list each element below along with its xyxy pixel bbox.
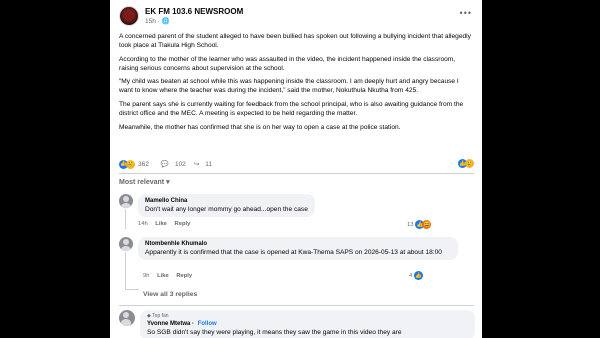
comment-time[interactable]: 14h (138, 221, 148, 227)
comment-bubble: Ntombenhle Khumalo Apparently it is conf… (138, 237, 458, 260)
post-header: EK FM 103.6 NEWSROOM 15h · 🌐 (119, 6, 243, 26)
comment-text: Apparently it is confirmed that the case… (145, 249, 442, 256)
post-paragraph: Meanwhile, the mother has confirmed that… (119, 123, 401, 131)
thread-line (125, 252, 126, 290)
post-paragraph: The parent says she is currently waiting… (119, 101, 464, 118)
post-paragraph: A concerned parent of the student allege… (119, 33, 471, 50)
post-body: A concerned parent of the student allege… (119, 32, 474, 136)
reply-button[interactable]: Reply (176, 273, 192, 279)
comment-time[interactable]: 9h (143, 273, 149, 279)
commenter-name: Yvonne Mtetwa · Follow (147, 320, 468, 328)
separator-dot: · (192, 321, 196, 327)
comment: Mamello China Don't wait any longer momm… (119, 194, 315, 217)
more-options-icon[interactable]: ••• (460, 8, 472, 18)
view-replies-link[interactable]: View all 3 replies (143, 291, 197, 298)
comment-reaction-count: 13 (407, 221, 414, 228)
reaction-count[interactable]: 362 (138, 161, 149, 168)
post-paragraph: “My child was beaten at school while thi… (119, 78, 459, 95)
sad-reaction-icon[interactable]: 😢 (465, 159, 474, 168)
comment: ◆ Top fan Yvonne Mtetwa · Follow So SGB … (119, 310, 475, 338)
comment-actions: 14h Like Reply (138, 221, 196, 227)
comment-count[interactable]: 102 (175, 161, 186, 168)
comment-icon[interactable]: 💬 (161, 160, 169, 168)
thread-connector (125, 289, 139, 290)
haha-reaction-icon: 😆 (422, 220, 432, 229)
share-count[interactable]: 11 (205, 161, 212, 168)
commenter-name[interactable]: Mamello China (145, 197, 308, 205)
top-fan-label: Top fan (152, 313, 169, 319)
like-button[interactable]: Like (155, 221, 167, 227)
comment-bubble: Mamello China Don't wait any longer momm… (138, 194, 315, 217)
reply-button[interactable]: Reply (175, 221, 191, 227)
comment-actions: 9h Like Reply (143, 273, 198, 279)
comment-reaction-count: 4 (409, 272, 413, 279)
top-fan-badge: ◆ Top fan (147, 313, 468, 320)
post-header-text: EK FM 103.6 NEWSROOM 15h · 🌐 (145, 7, 243, 26)
comments-filter-label: Most relevant (119, 179, 165, 186)
badge-icon: ◆ (147, 313, 151, 319)
like-button[interactable]: Like (157, 273, 169, 279)
globe-icon: 🌐 (161, 17, 170, 25)
comment-reactions[interactable]: 4 👍 (409, 271, 424, 280)
divider (119, 173, 474, 174)
page-avatar[interactable] (119, 6, 139, 26)
divider (119, 305, 474, 306)
comment-text: So SGB didn't say they were playing, it … (147, 329, 402, 336)
comment-bubble: ◆ Top fan Yvonne Mtetwa · Follow So SGB … (140, 310, 475, 338)
sad-reaction-icon[interactable]: 😢 (126, 159, 135, 169)
avatar[interactable] (119, 237, 133, 251)
comment-text: Don't wait any longer mommy go ahead...o… (145, 206, 308, 213)
comments-filter[interactable]: Most relevant ▾ (119, 178, 170, 186)
avatar[interactable] (119, 194, 133, 208)
thread-line (125, 209, 126, 229)
quick-reactions: 👍 😢 (458, 159, 474, 168)
reactions-row: 👍 😢 362 💬 102 ↪ 11 👍 😢 (119, 159, 474, 169)
commenter-name-text[interactable]: Yvonne Mtetwa (147, 321, 190, 327)
follow-button[interactable]: Follow (198, 321, 217, 327)
post-time[interactable]: 15h (145, 18, 156, 25)
avatar[interactable] (119, 310, 135, 326)
share-icon[interactable]: ↪ (194, 160, 199, 168)
comment-reactions[interactable]: 13 👍 😆 (407, 220, 432, 229)
post-card: EK FM 103.6 NEWSROOM 15h · 🌐 ••• A conce… (110, 0, 482, 338)
comment: Ntombenhle Khumalo Apparently it is conf… (119, 237, 458, 260)
page-name[interactable]: EK FM 103.6 NEWSROOM (145, 7, 243, 17)
like-reaction-icon: 👍 (414, 271, 424, 280)
post-meta: 15h · 🌐 (145, 17, 243, 26)
chevron-down-icon: ▾ (166, 179, 170, 186)
post-paragraph: According to the mother of the learner w… (119, 55, 456, 72)
commenter-name[interactable]: Ntombenhle Khumalo (145, 240, 451, 248)
